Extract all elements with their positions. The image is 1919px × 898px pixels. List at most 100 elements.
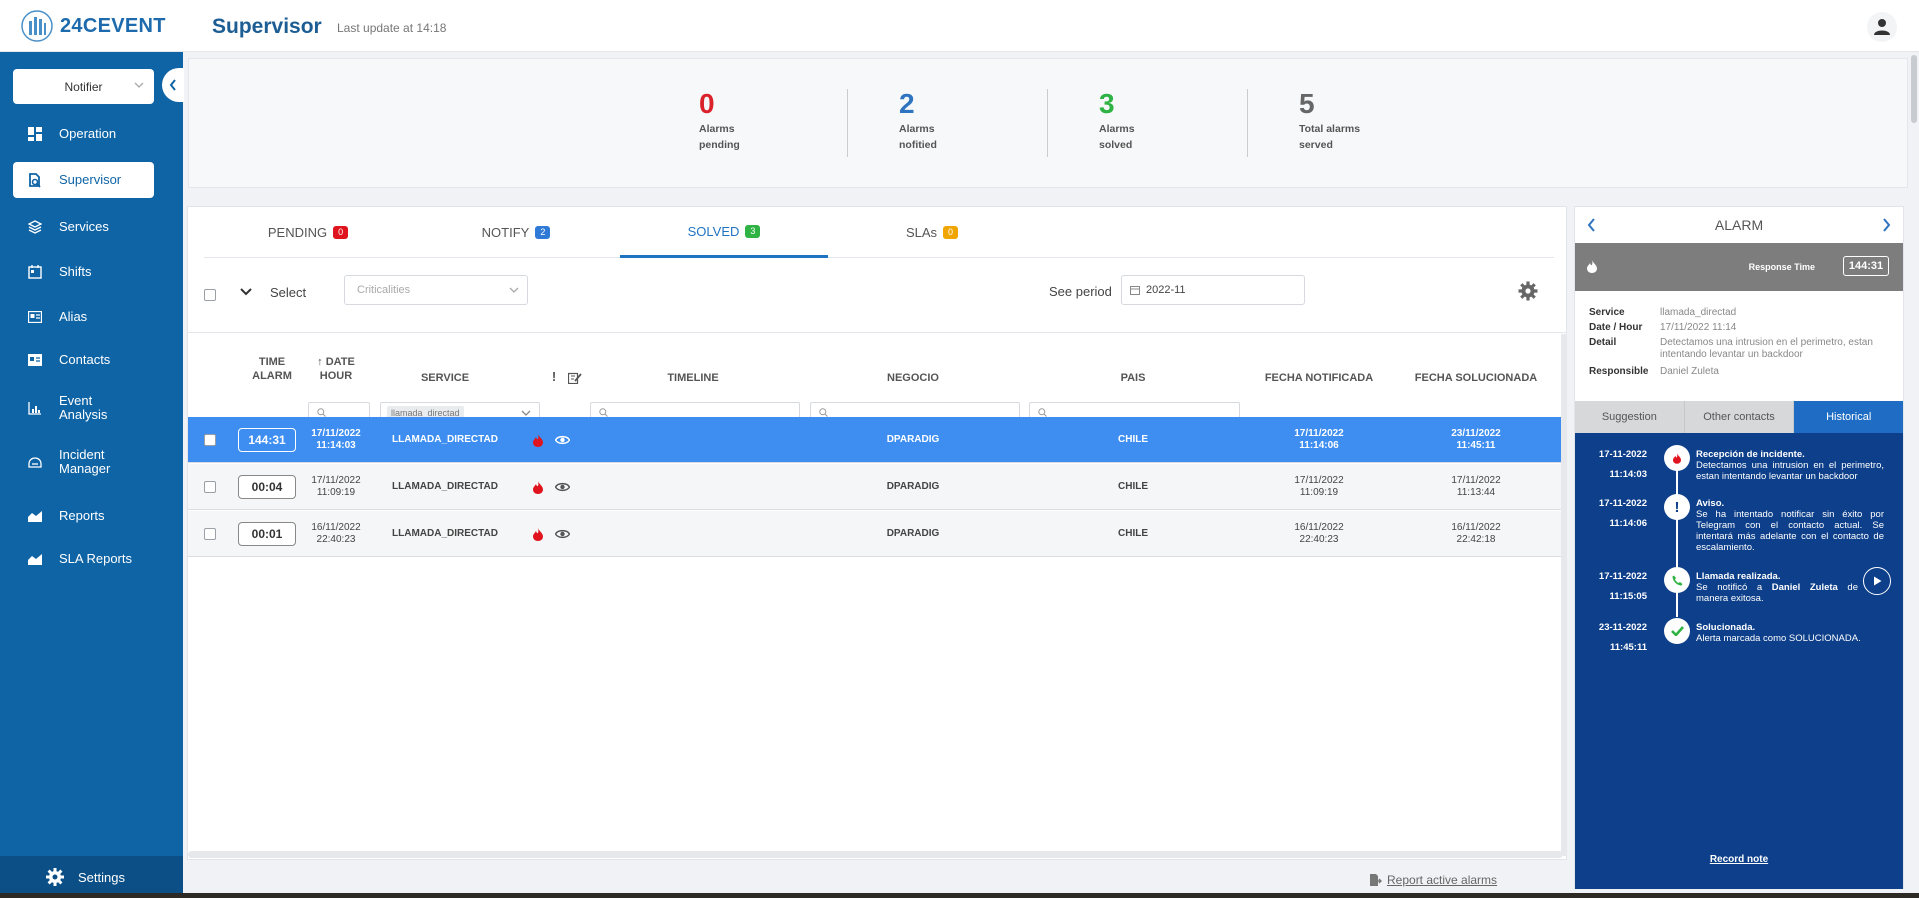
row-checkbox[interactable] — [204, 434, 216, 446]
logo-text: 24CEVENT — [60, 14, 166, 37]
app-logo[interactable]: 24CEVENT — [20, 9, 166, 43]
row-service: LLAMADA_DIRECTAD — [392, 481, 498, 492]
record-note-link[interactable]: Record note — [1575, 854, 1903, 865]
alarm-summary-band: Response Time 144:31 — [1575, 243, 1903, 291]
table-vertical-scrollbar[interactable] — [1561, 334, 1567, 856]
row-checkbox[interactable] — [204, 528, 216, 540]
sidebar-item-alias[interactable]: Alias — [13, 299, 154, 335]
tab-label: PENDING — [267, 225, 328, 240]
event-date: 17-11-2022 — [1598, 571, 1647, 582]
row-fecha-notificada: 17/11/2022 11:09:19 — [1294, 475, 1344, 498]
col-negocio[interactable]: NEGOCIO — [808, 371, 1018, 385]
count-badge: 3 — [745, 224, 761, 238]
notifier-select-value: Notifier — [64, 79, 103, 94]
tab-historical[interactable]: Historical — [1794, 401, 1904, 433]
sidebar-item-incident-manager[interactable]: Incident Manager — [13, 444, 154, 480]
sidebar-item-label: Supervisor — [59, 172, 122, 187]
tab-solved[interactable]: SOLVED 3 — [620, 207, 828, 258]
chevron-right-icon[interactable] — [1882, 218, 1891, 232]
col-pais[interactable]: PAIS — [1028, 371, 1238, 385]
sidebar-item-operation[interactable]: Operation — [13, 116, 154, 152]
event-time: 11:15:05 — [1609, 591, 1647, 602]
id-card-icon — [27, 309, 43, 325]
col-fecha-solucionada[interactable]: FECHA SOLUCIONADA — [1398, 371, 1554, 385]
report-link-label: Report active alarms — [1387, 873, 1498, 887]
chevron-left-icon — [169, 79, 176, 91]
select-label[interactable]: Select — [270, 285, 306, 300]
info-row-service: Service llamada_directad — [1589, 307, 1737, 318]
fire-icon — [533, 434, 543, 447]
alarm-detail-panel: ALARM Response Time 144:31 Service llamad… — [1574, 206, 1904, 889]
stat-value: 0 — [699, 88, 715, 119]
col-time-alarm[interactable]: TIME ALARM — [248, 355, 296, 383]
table-horizontal-scrollbar[interactable] — [188, 851, 1563, 858]
event-date: 23-11-2022 — [1598, 622, 1647, 633]
col-date-hour[interactable]: ↑ DATE HOUR — [305, 355, 367, 383]
stat-divider — [847, 89, 848, 157]
sidebar-collapse-button[interactable] — [162, 68, 184, 102]
row-checkbox[interactable] — [204, 481, 216, 493]
tab-suggestion[interactable]: Suggestion — [1575, 401, 1685, 433]
alarm-panel-title: ALARM — [1714, 217, 1764, 233]
criticalities-select[interactable]: Criticalities — [344, 275, 528, 305]
sidebar-item-contacts[interactable]: Contacts — [13, 342, 154, 378]
chevron-down-icon[interactable] — [240, 287, 252, 297]
chevron-left-icon[interactable] — [1587, 218, 1596, 232]
tab-notify[interactable]: NOTIFY 2 — [412, 207, 620, 258]
sidebar-item-reports[interactable]: Reports — [13, 498, 154, 534]
row-pais: CHILE — [1118, 481, 1148, 492]
tab-label: SOLVED — [687, 223, 740, 239]
sidebar-item-services[interactable]: Services — [13, 209, 154, 245]
info-row-date: Date / Hour 17/11/2022 11:14 — [1589, 322, 1737, 333]
period-input[interactable]: 2022-11 — [1121, 275, 1305, 305]
event-text: Aviso. Se ha intentado notificar sin éxit… — [1696, 498, 1884, 553]
table-row[interactable]: 00:04 17/11/2022 11:09:19 LLAMADA_DIRECTA… — [188, 464, 1562, 510]
table-toolbar: Select Criticalities See period 2022-11 — [188, 259, 1566, 333]
report-active-alarms-link[interactable]: Report active alarms — [1368, 873, 1497, 887]
user-profile-button[interactable] — [1867, 12, 1897, 42]
tab-pending[interactable]: PENDING 0 — [204, 207, 412, 258]
table-header: TIME ALARM ↑ DATE HOUR SERVICE ! TIMELINE … — [188, 334, 1566, 423]
table-row[interactable]: 00:01 16/11/2022 22:40:23 LLAMADA_DIRECTA… — [188, 511, 1562, 557]
eye-icon[interactable] — [555, 482, 570, 492]
eye-icon[interactable] — [555, 529, 570, 539]
table-row[interactable]: 144:31 17/11/2022 11:14:03 LLAMADA_DIRECT… — [188, 417, 1562, 463]
col-criticality-icon[interactable]: ! — [547, 370, 561, 384]
notifier-select[interactable]: Notifier — [13, 69, 154, 104]
response-time-label: Response Time — [1748, 262, 1815, 272]
row-pais: CHILE — [1118, 528, 1148, 539]
area-chart-icon — [27, 551, 43, 567]
count-badge: 0 — [333, 226, 349, 239]
event-time: 11:14:06 — [1609, 518, 1647, 529]
col-fecha-notificada[interactable]: FECHA NOTIFICADA — [1244, 371, 1394, 385]
alarm-tabs: PENDING 0 NOTIFY 2 SOLVED 3 SLAs 0 — [204, 207, 1554, 258]
col-timeline[interactable]: TIMELINE — [588, 371, 798, 385]
edit-note-icon[interactable] — [568, 372, 582, 384]
supervisor-icon — [27, 172, 43, 188]
eye-icon[interactable] — [555, 435, 570, 445]
sidebar-item-supervisor[interactable]: Supervisor — [13, 162, 154, 198]
alarm-timer: 00:01 — [238, 522, 296, 546]
play-recording-button[interactable] — [1863, 567, 1891, 595]
page-scrollbar[interactable] — [1911, 55, 1917, 123]
select-all-checkbox[interactable] — [204, 289, 216, 301]
info-row-detail: Detail Detectamos una intrusion en el per… — [1589, 337, 1873, 360]
tab-slas[interactable]: SLAs 0 — [828, 207, 1036, 258]
sidebar-item-event-analysis[interactable]: Event Analysis — [13, 390, 154, 426]
bar-chart-icon — [27, 400, 43, 416]
col-service[interactable]: SERVICE — [380, 371, 510, 385]
incident-icon — [27, 454, 43, 470]
sidebar-item-shifts[interactable]: Shifts — [13, 254, 154, 290]
tab-other-contacts[interactable]: Other contacts — [1684, 401, 1795, 433]
stat-total-alarms: 5 Total alarms served — [1299, 89, 1449, 153]
calendar-icon — [1130, 286, 1140, 295]
settings-button[interactable]: Settings — [0, 856, 183, 898]
sidebar-item-label: Contacts — [59, 352, 111, 367]
exclamation-icon: ! — [1664, 494, 1690, 520]
historical-timeline: 17-11-2022 11:14:03 Recepción de inciden… — [1575, 433, 1903, 889]
sidebar-item-sla-reports[interactable]: SLA Reports — [13, 541, 154, 577]
check-icon — [1664, 618, 1690, 644]
layers-icon — [27, 219, 43, 235]
row-negocio: DPARADIG — [886, 528, 940, 539]
gear-icon[interactable] — [1518, 281, 1538, 301]
